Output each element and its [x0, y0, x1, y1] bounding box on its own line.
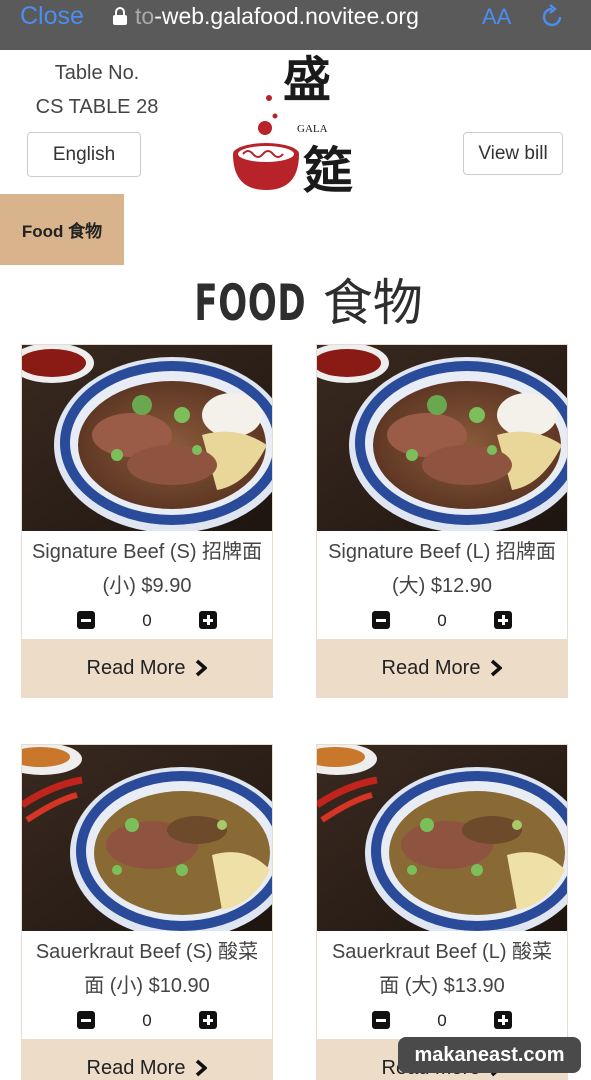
logo-char-bottom: 筵: [303, 141, 353, 195]
menu-item-card: Sauerkraut Beef (S) 酸菜面 (小) $10.90 0 Rea…: [21, 744, 273, 1080]
table-info: Table No. CS TABLE 28: [22, 56, 172, 124]
table-label: Table No.: [54, 62, 140, 84]
food-image[interactable]: [317, 745, 567, 931]
plus-icon[interactable]: [494, 1011, 512, 1029]
text-size-button[interactable]: AA: [482, 4, 511, 30]
logo-brand-text: GALA: [297, 123, 328, 135]
menu-item-card: Signature Beef (L) 招牌面 (大) $12.90 0 Read…: [316, 344, 568, 698]
read-more-button[interactable]: Read More: [22, 639, 272, 697]
section-title-latin: FOOD: [194, 274, 307, 332]
quantity-value: 0: [142, 1011, 152, 1030]
minus-icon[interactable]: [77, 611, 95, 629]
read-more-button[interactable]: Read More: [22, 1039, 272, 1080]
url-bar[interactable]: to-web.galafood.novitee.org: [135, 3, 419, 30]
url-faded-prefix: to: [135, 3, 155, 29]
read-more-button[interactable]: Read More: [317, 639, 567, 697]
reload-icon[interactable]: [538, 3, 566, 31]
quantity-value: 0: [437, 611, 447, 630]
quantity-stepper: 0: [317, 607, 567, 639]
quantity-stepper: 0: [317, 1007, 567, 1039]
minus-icon[interactable]: [77, 1011, 95, 1029]
plus-icon[interactable]: [199, 1011, 217, 1029]
minus-icon[interactable]: [372, 611, 390, 629]
menu-item-card: Signature Beef (S) 招牌面 (小) $9.90 0 Read …: [21, 344, 273, 698]
language-button[interactable]: English: [27, 132, 141, 177]
lock-icon: [113, 7, 127, 25]
menu-item-card: Sauerkraut Beef (L) 酸菜面 (大) $13.90 0 Rea…: [316, 744, 568, 1080]
section-title-chinese: 食物: [322, 274, 423, 332]
close-button[interactable]: Close: [20, 2, 84, 31]
view-bill-button[interactable]: View bill: [463, 132, 563, 175]
plus-icon[interactable]: [199, 611, 217, 629]
quantity-value: 0: [142, 611, 152, 630]
food-image[interactable]: [22, 345, 272, 531]
read-more-label: Read More: [86, 1056, 186, 1079]
quantity-stepper: 0: [22, 1007, 272, 1039]
quantity-value: 0: [437, 1011, 447, 1030]
tab-food[interactable]: Food 食物: [0, 194, 124, 265]
chevron-right-icon: [196, 1059, 208, 1077]
read-more-label: Read More: [381, 656, 481, 679]
item-name: Sauerkraut Beef (L) 酸菜面 (大) $13.90: [331, 941, 553, 997]
minus-icon[interactable]: [372, 1011, 390, 1029]
item-name: Sauerkraut Beef (S) 酸菜面 (小) $10.90: [35, 941, 259, 997]
gala-logo: 盛 GALA 筵: [225, 50, 365, 200]
table-number: CS TABLE 28: [35, 96, 159, 118]
watermark: makaneast.com: [398, 1037, 581, 1073]
logo-char-top: 盛: [283, 52, 331, 108]
chevron-right-icon: [491, 659, 503, 677]
section-title: FOOD 食物: [0, 263, 591, 335]
browser-toolbar: Close to-web.galafood.novitee.org AA: [0, 0, 591, 50]
quantity-stepper: 0: [22, 607, 272, 639]
chevron-right-icon: [196, 659, 208, 677]
url-text: -web.galafood.novitee.org: [154, 3, 419, 29]
food-image[interactable]: [317, 345, 567, 531]
plus-icon[interactable]: [494, 611, 512, 629]
food-image[interactable]: [22, 745, 272, 931]
read-more-label: Read More: [86, 656, 186, 679]
item-name: Signature Beef (L) 招牌面 (大) $12.90: [328, 541, 556, 597]
item-name: Signature Beef (S) 招牌面 (小) $9.90: [31, 541, 263, 597]
